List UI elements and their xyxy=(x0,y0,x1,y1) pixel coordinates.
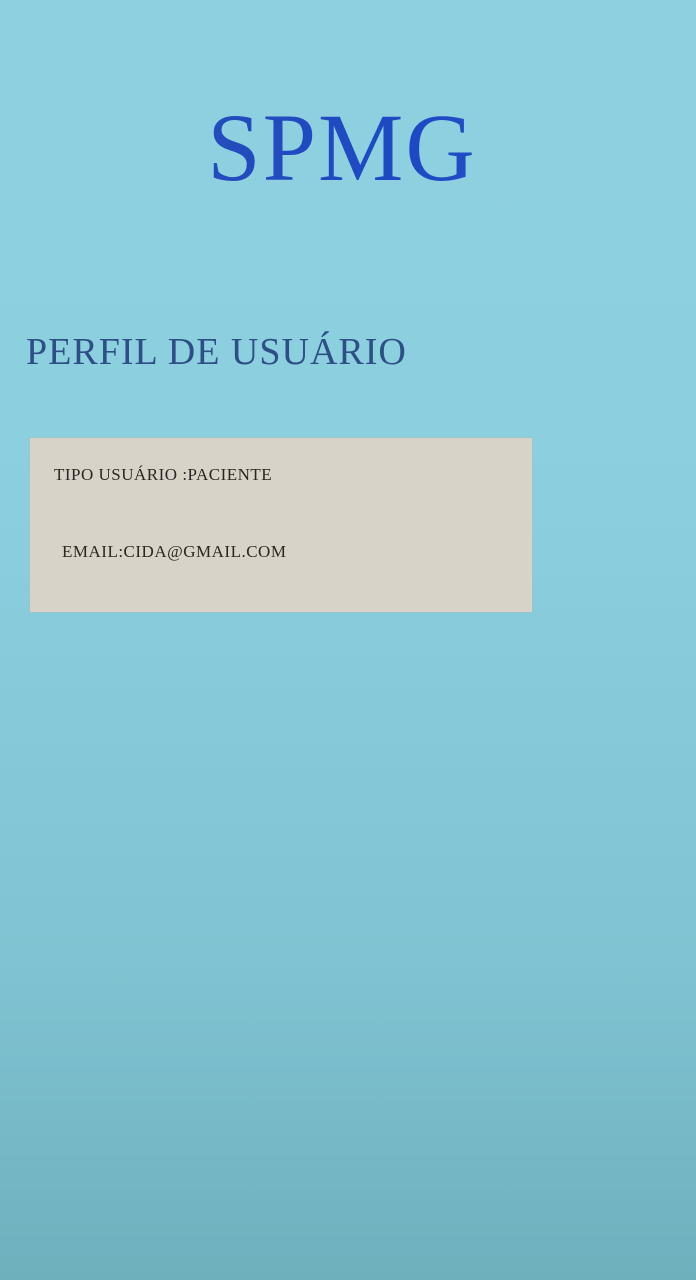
page-title: PERFIL DE USUÁRIO xyxy=(26,331,407,373)
profile-screen: SPMG PERFIL DE USUÁRIO TIPO USUÁRIO :PAC… xyxy=(0,0,696,1280)
user-type-text: TIPO USUÁRIO :PACIENTE xyxy=(54,465,273,484)
app-title: SPMG xyxy=(0,100,690,196)
email-text: EMAIL:CIDA@GMAIL.COM xyxy=(62,542,287,561)
profile-info-card: TIPO USUÁRIO :PACIENTE EMAIL:CIDA@GMAIL.… xyxy=(30,438,532,612)
